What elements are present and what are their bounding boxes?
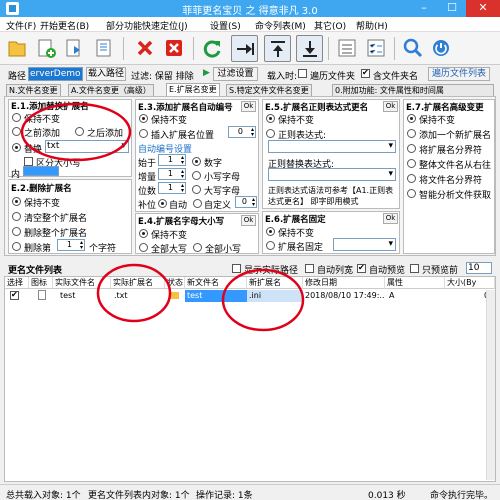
status-in-list: 更名文件列表内对象: 1个 [88, 491, 190, 500]
status-log: 操作记录: 1条 [196, 491, 253, 500]
status-loaded: 总共载入对象: 1个 [6, 491, 81, 500]
annotation-overlay [20, 102, 305, 332]
status-bar: 总共载入对象: 1个 更名文件列表内对象: 1个 操作记录: 1条 0.013 … [0, 484, 500, 500]
annotation-circle [96, 263, 172, 323]
annotation-circle [20, 102, 132, 162]
status-time: 0.013 秒 [368, 491, 406, 500]
annotation-circle [221, 268, 305, 332]
status-done: 命令执行完毕。 [430, 491, 494, 500]
